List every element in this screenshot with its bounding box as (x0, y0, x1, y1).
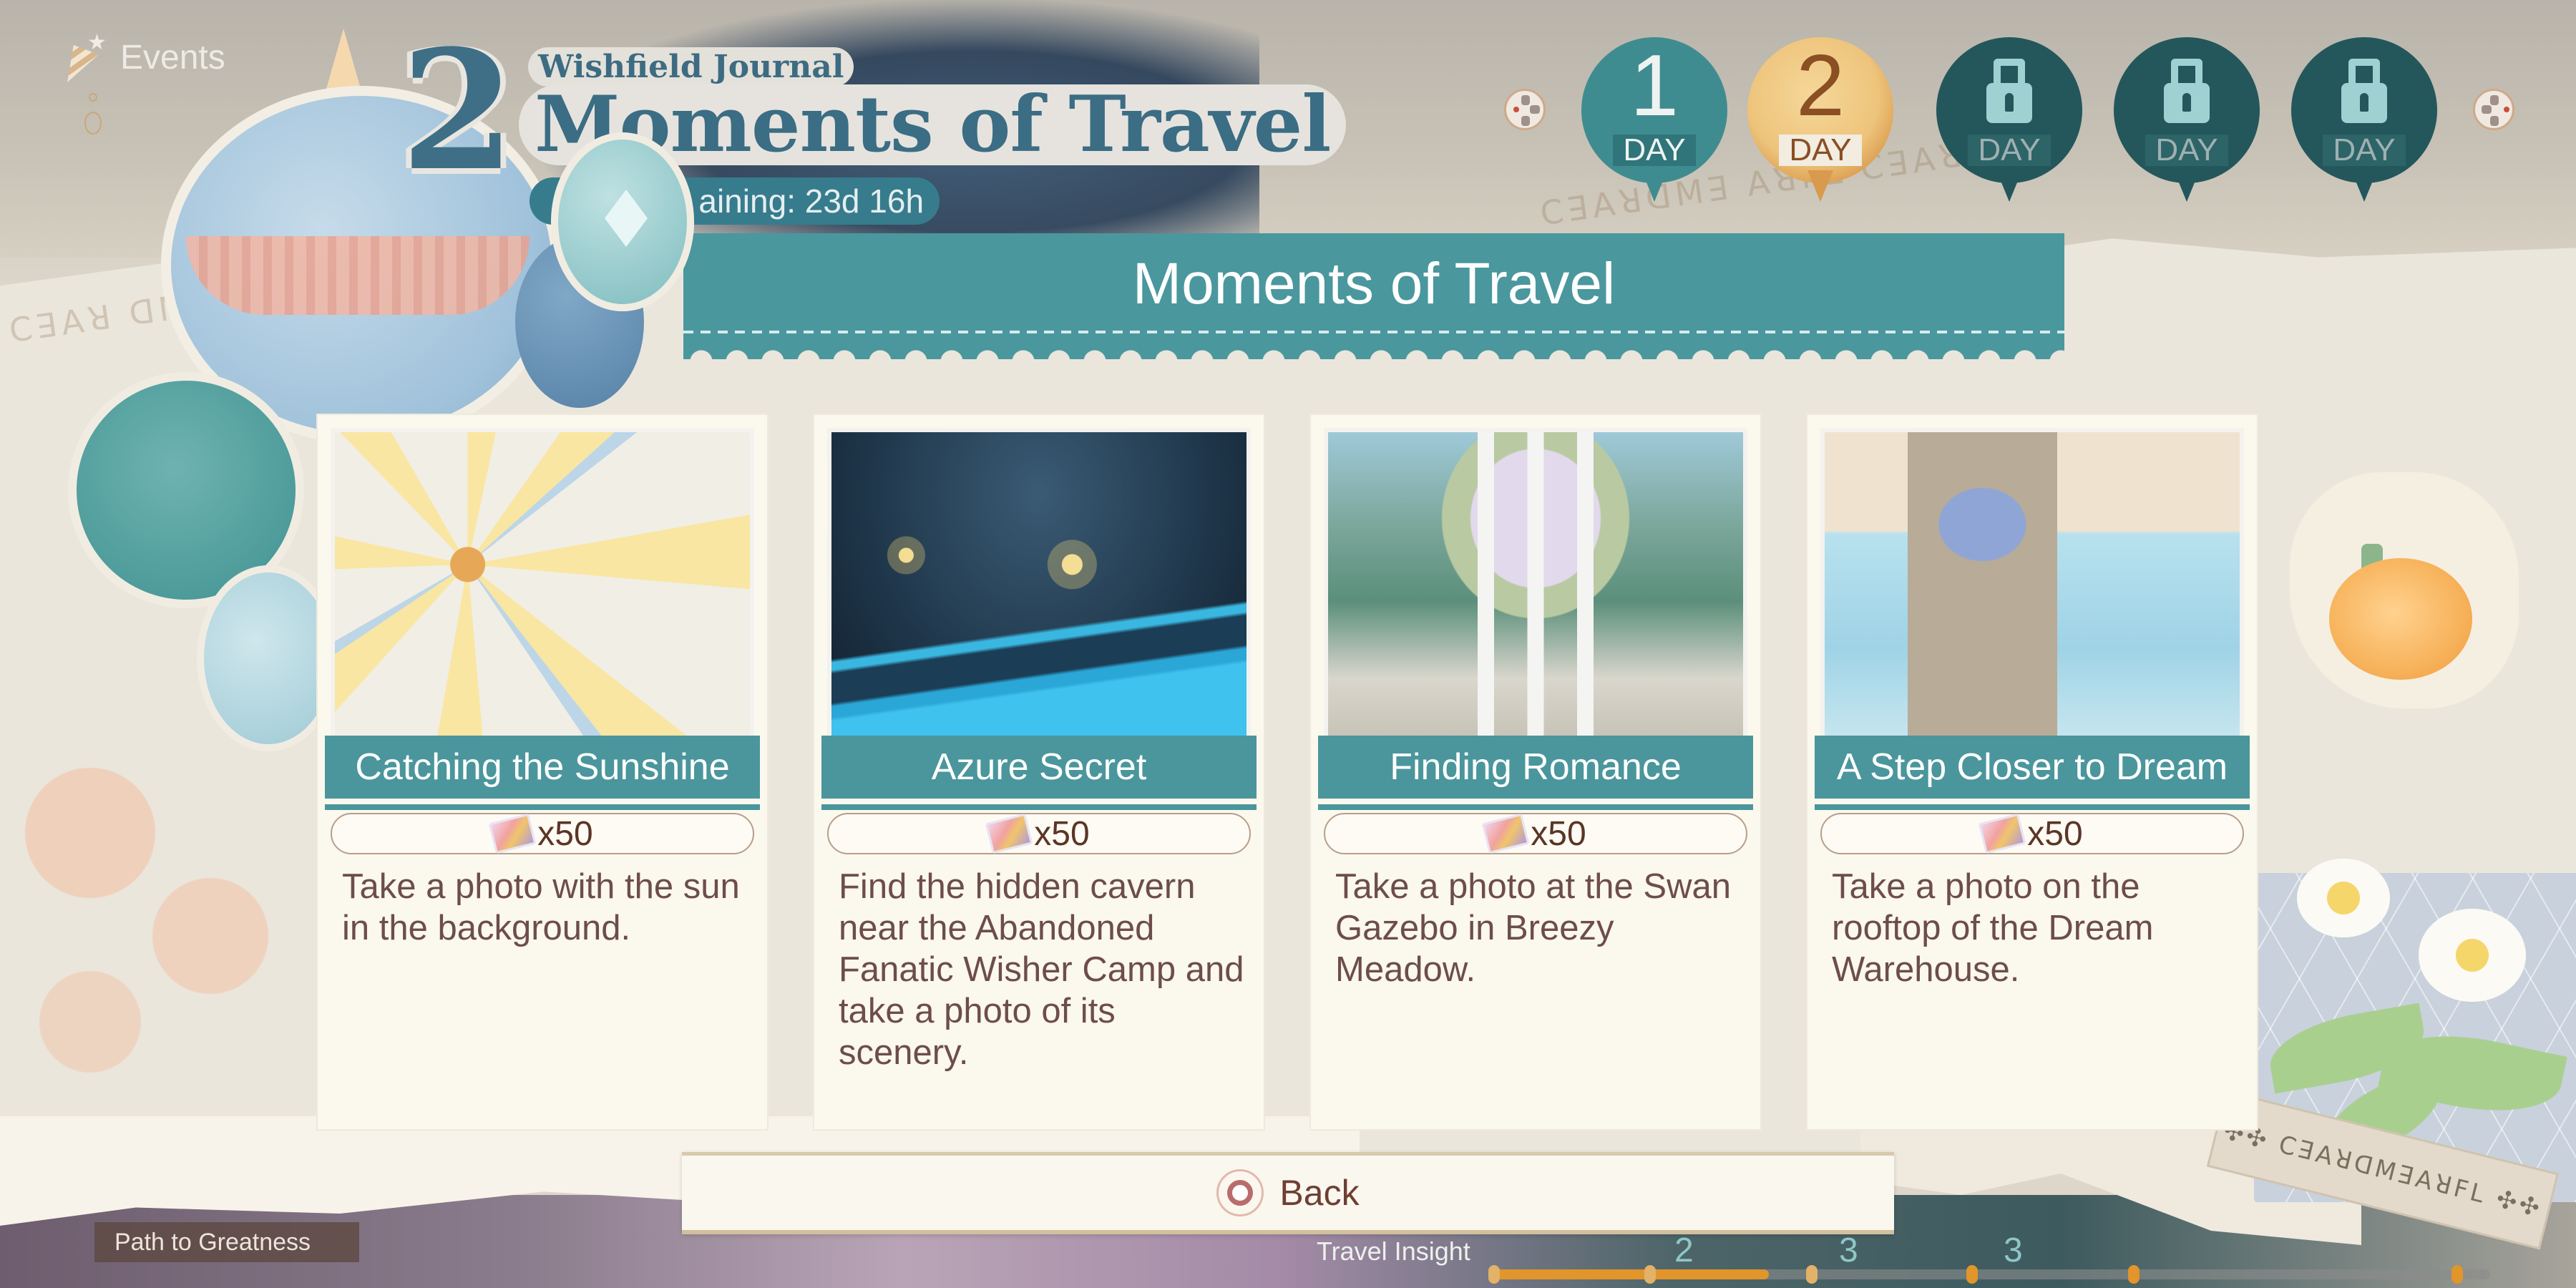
chapter-number: 2 (401, 14, 516, 208)
task-title-bar: Catching the Sunshine (325, 736, 760, 810)
time-remaining-value: aining: 23d 16h (698, 182, 924, 220)
back-button[interactable]: Back (682, 1152, 1894, 1234)
day-label: DAY (1779, 135, 1862, 166)
balloon-stripe-decoration (186, 236, 530, 315)
path-to-greatness-tab[interactable]: Path to Greatness (94, 1222, 359, 1262)
photo-ticket-icon (985, 813, 1033, 854)
task-title-bar: A Step Closer to Dream (1815, 736, 2250, 810)
task-photo-dream-warehouse (1820, 428, 2244, 744)
task-description: Find the hidden cavern near the Abandone… (839, 867, 1244, 1072)
party-popper-icon: ★ (64, 32, 107, 82)
events-nav-button[interactable]: ★ Events (64, 29, 225, 86)
day-tab-5[interactable]: DAY (2291, 37, 2437, 202)
task-description: Take a photo with the sun in the backgro… (342, 867, 740, 947)
photo-ticket-icon (1978, 813, 2026, 854)
progress-node (2128, 1265, 2140, 1284)
progress-node (1488, 1265, 1500, 1284)
day-number: 2 (1796, 36, 1845, 134)
lock-icon (2341, 59, 2387, 123)
task-reward: x50 (1324, 813, 1747, 854)
lock-icon (2164, 59, 2210, 123)
banner-title: Moments of Travel (1132, 251, 1616, 316)
day-label: DAY (2145, 135, 2228, 166)
task-title: A Step Closer to Dream (1836, 746, 2228, 788)
task-card[interactable]: Finding Romance x50 Take a photo at the … (1311, 415, 1760, 1129)
task-card[interactable]: Catching the Sunshine x50 Take a photo w… (318, 415, 767, 1129)
task-title-bar: Finding Romance (1318, 736, 1753, 810)
reward-quantity: x50 (2027, 814, 2083, 853)
progress-node (1966, 1265, 1978, 1284)
task-card[interactable]: A Step Closer to Dream x50 Take a photo … (1807, 415, 2257, 1129)
day-label: DAY (1968, 135, 2051, 166)
task-card[interactable]: Azure Secret x50 Find the hidden cavern … (814, 415, 1264, 1129)
day-prev-button[interactable] (1504, 89, 1546, 130)
photo-ticket-icon (1481, 813, 1530, 854)
day-tab-2[interactable]: 2 DAY (1747, 37, 1893, 202)
travel-insight-progress-bar (1488, 1265, 2490, 1284)
day-tab-3[interactable]: DAY (1936, 37, 2082, 202)
peach-flowers-decoration (0, 730, 301, 1073)
task-title: Catching the Sunshine (355, 746, 730, 788)
lock-icon (1986, 59, 2032, 123)
insight-tier-number: 2 (1674, 1231, 1694, 1269)
task-description: Take a photo at the Swan Gazebo in Breez… (1335, 867, 1731, 989)
circle-button-icon (1216, 1169, 1264, 1216)
travel-insight-progress-fill (1488, 1269, 1769, 1279)
task-title: Finding Romance (1390, 746, 1682, 788)
day-label: DAY (1613, 135, 1696, 166)
day-number: 1 (1630, 36, 1679, 134)
progress-node (2451, 1265, 2463, 1284)
day-label: DAY (2323, 135, 2406, 166)
events-label: Events (120, 38, 225, 77)
insight-tier-number: 3 (1839, 1231, 1858, 1269)
insight-tier-number: 3 (2004, 1231, 2023, 1269)
day-next-button[interactable] (2473, 89, 2514, 130)
reward-quantity: x50 (1034, 814, 1090, 853)
task-photo-gazebo (1324, 428, 1747, 744)
section-banner: Moments of Travel (683, 233, 2064, 360)
orange-fruit-decoration (2329, 558, 2472, 680)
task-reward: x50 (827, 813, 1251, 854)
day-tab-4[interactable]: DAY (2114, 37, 2260, 202)
task-description: Take a photo on the rooftop of the Dream… (1832, 867, 2154, 989)
day-tab-1[interactable]: 1 DAY (1581, 37, 1727, 202)
task-title: Azure Secret (931, 746, 1147, 788)
reward-quantity: x50 (1531, 814, 1586, 853)
task-title-bar: Azure Secret (821, 736, 1257, 810)
reward-quantity: x50 (537, 814, 593, 853)
task-reward: x50 (331, 813, 754, 854)
travel-insight-label: Travel Insight (1317, 1236, 1470, 1266)
ornament-icon (84, 93, 102, 179)
task-reward: x50 (1820, 813, 2244, 854)
progress-node (1644, 1265, 1656, 1284)
progress-node (1806, 1265, 1818, 1284)
back-label: Back (1279, 1173, 1360, 1213)
white-flower-decoration (2419, 909, 2526, 1002)
photo-ticket-icon (488, 813, 537, 854)
task-photo-sunshine (331, 428, 754, 744)
task-photo-cavern (827, 428, 1251, 744)
white-flower-decoration (2297, 859, 2390, 937)
